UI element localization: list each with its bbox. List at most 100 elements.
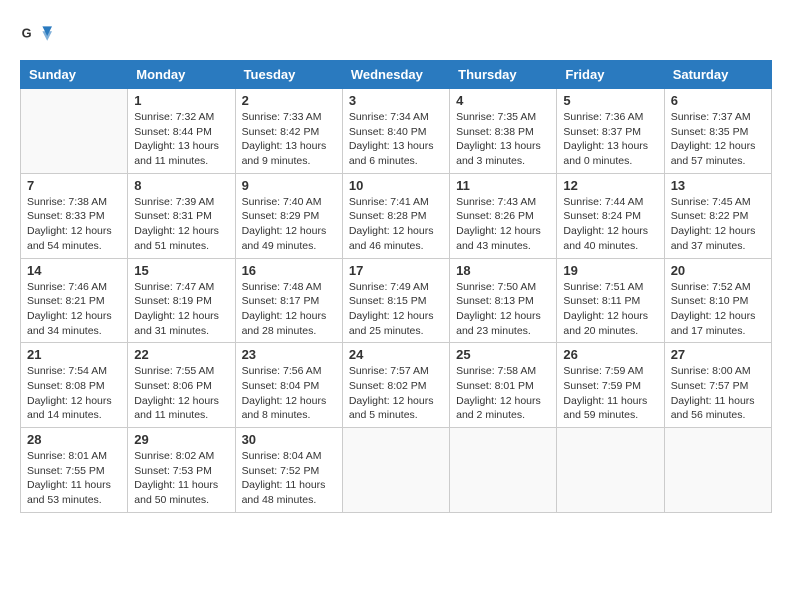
day-info: Sunrise: 7:33 AM Sunset: 8:42 PM Dayligh… <box>242 110 336 169</box>
calendar-cell: 26 Sunrise: 7:59 AM Sunset: 7:59 PM Dayli… <box>557 343 664 428</box>
day-info: Sunrise: 7:46 AM Sunset: 8:21 PM Dayligh… <box>27 280 121 339</box>
day-info: Sunrise: 7:51 AM Sunset: 8:11 PM Dayligh… <box>563 280 657 339</box>
day-number: 26 <box>563 347 657 362</box>
day-info: Sunrise: 7:54 AM Sunset: 8:08 PM Dayligh… <box>27 364 121 423</box>
day-number: 15 <box>134 263 228 278</box>
calendar-week-row: 7 Sunrise: 7:38 AM Sunset: 8:33 PM Daylig… <box>21 173 772 258</box>
calendar-table: SundayMondayTuesdayWednesdayThursdayFrid… <box>20 60 772 513</box>
calendar-cell: 8 Sunrise: 7:39 AM Sunset: 8:31 PM Daylig… <box>128 173 235 258</box>
day-number: 23 <box>242 347 336 362</box>
day-number: 18 <box>456 263 550 278</box>
weekday-header-wednesday: Wednesday <box>342 61 449 89</box>
calendar-cell <box>21 89 128 174</box>
day-info: Sunrise: 7:52 AM Sunset: 8:10 PM Dayligh… <box>671 280 765 339</box>
weekday-header-tuesday: Tuesday <box>235 61 342 89</box>
day-info: Sunrise: 8:04 AM Sunset: 7:52 PM Dayligh… <box>242 449 336 508</box>
day-info: Sunrise: 8:02 AM Sunset: 7:53 PM Dayligh… <box>134 449 228 508</box>
day-number: 20 <box>671 263 765 278</box>
day-number: 7 <box>27 178 121 193</box>
day-number: 27 <box>671 347 765 362</box>
day-info: Sunrise: 7:44 AM Sunset: 8:24 PM Dayligh… <box>563 195 657 254</box>
day-info: Sunrise: 7:43 AM Sunset: 8:26 PM Dayligh… <box>456 195 550 254</box>
calendar-cell: 25 Sunrise: 7:58 AM Sunset: 8:01 PM Dayli… <box>450 343 557 428</box>
calendar-cell: 28 Sunrise: 8:01 AM Sunset: 7:55 PM Dayli… <box>21 428 128 513</box>
weekday-header-thursday: Thursday <box>450 61 557 89</box>
day-number: 21 <box>27 347 121 362</box>
day-info: Sunrise: 7:39 AM Sunset: 8:31 PM Dayligh… <box>134 195 228 254</box>
calendar-cell: 23 Sunrise: 7:56 AM Sunset: 8:04 PM Dayli… <box>235 343 342 428</box>
day-number: 28 <box>27 432 121 447</box>
calendar-cell: 6Sunrise: 7:37 AM Sunset: 8:35 PM Daylig… <box>664 89 771 174</box>
day-number: 14 <box>27 263 121 278</box>
calendar-cell: 14 Sunrise: 7:46 AM Sunset: 8:21 PM Dayli… <box>21 258 128 343</box>
day-number: 19 <box>563 263 657 278</box>
day-info: Sunrise: 7:57 AM Sunset: 8:02 PM Dayligh… <box>349 364 443 423</box>
weekday-header-row: SundayMondayTuesdayWednesdayThursdayFrid… <box>21 61 772 89</box>
calendar-cell <box>664 428 771 513</box>
calendar-cell: 19 Sunrise: 7:51 AM Sunset: 8:11 PM Dayli… <box>557 258 664 343</box>
day-number: 9 <box>242 178 336 193</box>
calendar-cell <box>342 428 449 513</box>
calendar-cell: 7 Sunrise: 7:38 AM Sunset: 8:33 PM Daylig… <box>21 173 128 258</box>
calendar-week-row: 14 Sunrise: 7:46 AM Sunset: 8:21 PM Dayli… <box>21 258 772 343</box>
day-info: Sunrise: 7:48 AM Sunset: 8:17 PM Dayligh… <box>242 280 336 339</box>
day-info: Sunrise: 7:45 AM Sunset: 8:22 PM Dayligh… <box>671 195 765 254</box>
calendar-cell <box>557 428 664 513</box>
weekday-header-sunday: Sunday <box>21 61 128 89</box>
calendar-cell: 9 Sunrise: 7:40 AM Sunset: 8:29 PM Daylig… <box>235 173 342 258</box>
calendar-cell: 24 Sunrise: 7:57 AM Sunset: 8:02 PM Dayli… <box>342 343 449 428</box>
calendar-cell: 18Sunrise: 7:50 AM Sunset: 8:13 PM Dayli… <box>450 258 557 343</box>
day-number: 25 <box>456 347 550 362</box>
calendar-cell: 5 Sunrise: 7:36 AM Sunset: 8:37 PM Daylig… <box>557 89 664 174</box>
day-number: 29 <box>134 432 228 447</box>
day-info: Sunrise: 7:55 AM Sunset: 8:06 PM Dayligh… <box>134 364 228 423</box>
calendar-cell: 4 Sunrise: 7:35 AM Sunset: 8:38 PM Daylig… <box>450 89 557 174</box>
day-info: Sunrise: 7:36 AM Sunset: 8:37 PM Dayligh… <box>563 110 657 169</box>
day-info: Sunrise: 7:40 AM Sunset: 8:29 PM Dayligh… <box>242 195 336 254</box>
day-number: 30 <box>242 432 336 447</box>
day-info: Sunrise: 7:37 AM Sunset: 8:35 PM Dayligh… <box>671 110 765 169</box>
weekday-header-monday: Monday <box>128 61 235 89</box>
calendar-cell: 12 Sunrise: 7:44 AM Sunset: 8:24 PM Dayli… <box>557 173 664 258</box>
day-info: Sunrise: 7:35 AM Sunset: 8:38 PM Dayligh… <box>456 110 550 169</box>
day-info: Sunrise: 7:41 AM Sunset: 8:28 PM Dayligh… <box>349 195 443 254</box>
day-info: Sunrise: 7:58 AM Sunset: 8:01 PM Dayligh… <box>456 364 550 423</box>
day-info: Sunrise: 7:32 AM Sunset: 8:44 PM Dayligh… <box>134 110 228 169</box>
day-number: 2 <box>242 93 336 108</box>
calendar-cell: 15 Sunrise: 7:47 AM Sunset: 8:19 PM Dayli… <box>128 258 235 343</box>
calendar-cell: 10 Sunrise: 7:41 AM Sunset: 8:28 PM Dayli… <box>342 173 449 258</box>
calendar-cell: 17 Sunrise: 7:49 AM Sunset: 8:15 PM Dayli… <box>342 258 449 343</box>
calendar-cell: 22 Sunrise: 7:55 AM Sunset: 8:06 PM Dayli… <box>128 343 235 428</box>
calendar-cell: 13 Sunrise: 7:45 AM Sunset: 8:22 PM Dayli… <box>664 173 771 258</box>
day-number: 17 <box>349 263 443 278</box>
calendar-cell: 27 Sunrise: 8:00 AM Sunset: 7:57 PM Dayli… <box>664 343 771 428</box>
calendar-cell: 16 Sunrise: 7:48 AM Sunset: 8:17 PM Dayli… <box>235 258 342 343</box>
day-number: 12 <box>563 178 657 193</box>
day-info: Sunrise: 8:00 AM Sunset: 7:57 PM Dayligh… <box>671 364 765 423</box>
calendar-cell: 1Sunrise: 7:32 AM Sunset: 8:44 PM Daylig… <box>128 89 235 174</box>
calendar-week-row: 1Sunrise: 7:32 AM Sunset: 8:44 PM Daylig… <box>21 89 772 174</box>
day-info: Sunrise: 7:34 AM Sunset: 8:40 PM Dayligh… <box>349 110 443 169</box>
day-number: 10 <box>349 178 443 193</box>
day-number: 8 <box>134 178 228 193</box>
day-number: 16 <box>242 263 336 278</box>
day-number: 24 <box>349 347 443 362</box>
day-number: 22 <box>134 347 228 362</box>
day-info: Sunrise: 8:01 AM Sunset: 7:55 PM Dayligh… <box>27 449 121 508</box>
day-info: Sunrise: 7:56 AM Sunset: 8:04 PM Dayligh… <box>242 364 336 423</box>
day-info: Sunrise: 7:59 AM Sunset: 7:59 PM Dayligh… <box>563 364 657 423</box>
day-number: 4 <box>456 93 550 108</box>
day-number: 3 <box>349 93 443 108</box>
day-number: 5 <box>563 93 657 108</box>
day-info: Sunrise: 7:47 AM Sunset: 8:19 PM Dayligh… <box>134 280 228 339</box>
day-info: Sunrise: 7:38 AM Sunset: 8:33 PM Dayligh… <box>27 195 121 254</box>
calendar-cell: 3 Sunrise: 7:34 AM Sunset: 8:40 PM Daylig… <box>342 89 449 174</box>
logo: G <box>20 20 56 52</box>
day-info: Sunrise: 7:49 AM Sunset: 8:15 PM Dayligh… <box>349 280 443 339</box>
weekday-header-saturday: Saturday <box>664 61 771 89</box>
calendar-cell: 21 Sunrise: 7:54 AM Sunset: 8:08 PM Dayli… <box>21 343 128 428</box>
calendar-week-row: 28 Sunrise: 8:01 AM Sunset: 7:55 PM Dayli… <box>21 428 772 513</box>
day-number: 13 <box>671 178 765 193</box>
calendar-cell <box>450 428 557 513</box>
logo-icon: G <box>20 20 52 52</box>
